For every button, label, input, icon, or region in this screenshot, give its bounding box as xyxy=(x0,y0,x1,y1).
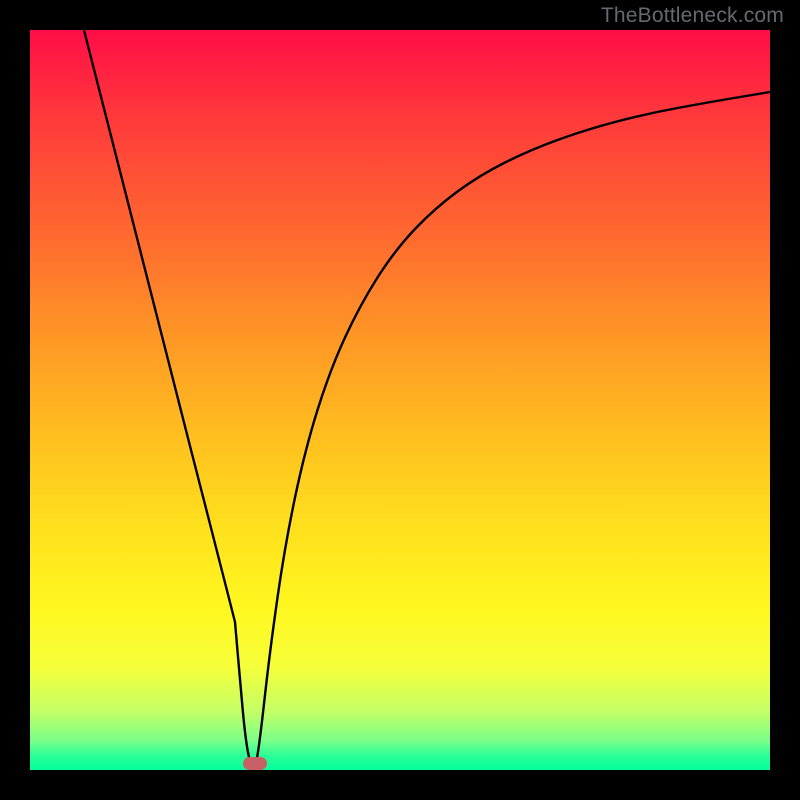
plot-area xyxy=(30,30,770,770)
optimum-marker xyxy=(243,757,267,770)
chart-frame: TheBottleneck.com xyxy=(0,0,800,800)
bottleneck-curve xyxy=(30,30,770,770)
watermark-text: TheBottleneck.com xyxy=(601,4,784,28)
